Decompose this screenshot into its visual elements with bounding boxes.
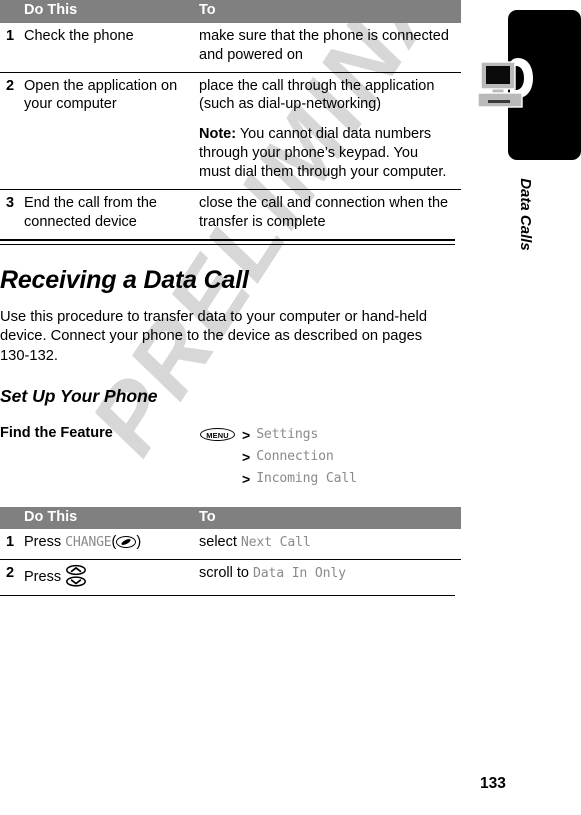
step-action: Press	[24, 559, 199, 596]
step-action: End the call from the connected device	[24, 188, 199, 239]
softkey-left-icon[interactable]	[116, 536, 137, 549]
result-verb: scroll to	[199, 565, 249, 582]
step-action: Press CHANGE()	[24, 529, 199, 559]
table-header-row: Do This To	[0, 0, 461, 23]
note-block: Note: You cannot dial data numbers throu…	[199, 125, 453, 182]
note-text: You cannot dial data numbers through you…	[199, 126, 447, 180]
computer-phone-icon	[477, 52, 544, 114]
column-header-do-this: Do This	[24, 506, 199, 530]
menu-path-row: MENU > Settings	[200, 424, 455, 446]
step-result: scroll to Data In Only	[199, 559, 461, 596]
path-separator: >	[242, 426, 251, 443]
page-number: 133	[480, 775, 506, 792]
result-value: Data In Only	[253, 566, 346, 582]
table-row: 2 Press scroll to Data In Only	[0, 559, 461, 596]
softkey-label: CHANGE	[65, 535, 112, 551]
procedure-table-top: Do This To 1 Check the phone make sure t…	[0, 0, 461, 239]
step-result: make sure that the phone is connected an…	[199, 27, 449, 63]
table-row: 2 Open the application on your computer …	[0, 71, 461, 190]
step-result: close the call and connection when the t…	[199, 188, 461, 239]
chapter-sidebar: Data Calls 133	[470, 0, 581, 815]
step-number: 1	[6, 534, 15, 551]
path-separator: >	[242, 448, 251, 465]
column-header-step	[0, 506, 24, 530]
menu-path-item-incoming-call[interactable]: Incoming Call	[256, 471, 357, 486]
table-row: 1 Press CHANGE() select Next Call	[0, 529, 461, 559]
find-the-feature: Find the Feature MENU > Settings > Conne…	[0, 424, 455, 490]
chapter-title: Data Calls	[470, 168, 581, 251]
column-header-to: To	[199, 0, 461, 23]
step-number: 1	[6, 27, 15, 44]
table-bottom-rule-second	[0, 243, 455, 245]
column-header-do-this: Do This	[24, 0, 199, 23]
manual-page: PRELIMINARY Do This To 1 Check the phone…	[0, 0, 581, 815]
section-title: Receiving a Data Call	[0, 265, 249, 294]
step-number: 2	[0, 559, 24, 596]
scroll-updown-icon[interactable]	[65, 564, 87, 588]
step-result: select Next Call	[199, 529, 461, 559]
step-result-text: place the call through the application (…	[199, 77, 435, 113]
result-value: Next Call	[240, 535, 311, 551]
step-number: 3	[0, 188, 24, 239]
section-paragraph: Use this procedure to transfer data to y…	[0, 309, 427, 364]
action-verb: Press	[24, 534, 62, 551]
action-verb: Press	[24, 569, 62, 586]
menu-path: MENU > Settings > Connection > Incoming …	[200, 424, 455, 490]
chapter-title-text: Data Calls	[516, 178, 534, 251]
menu-key-icon[interactable]: MENU	[200, 428, 235, 441]
step-number: 2	[0, 71, 24, 190]
page-content: Do This To 1 Check the phone make sure t…	[0, 0, 461, 815]
step-action: Check the phone	[24, 27, 134, 44]
menu-path-row: > Connection	[200, 446, 455, 468]
step-result: place the call through the application (…	[199, 71, 461, 190]
table-bottom-rule	[0, 238, 455, 241]
result-verb: select	[199, 534, 237, 551]
path-separator: >	[242, 470, 251, 487]
section-subtitle: Set Up Your Phone	[0, 386, 158, 407]
table-header-row: Do This To	[0, 506, 461, 530]
menu-path-row: > Incoming Call	[200, 468, 455, 490]
table-row: 3 End the call from the connected device…	[0, 188, 461, 239]
column-header-step	[0, 0, 24, 23]
note-label: Note:	[199, 126, 237, 143]
menu-path-item-settings[interactable]: Settings	[256, 427, 318, 442]
column-header-to: To	[199, 506, 461, 530]
step-action: Open the application on your computer	[24, 71, 199, 190]
table-bottom-rule	[0, 595, 455, 597]
procedure-table-bottom: Do This To 1 Press CHANGE() select Next …	[0, 506, 461, 596]
paren-close: )	[136, 534, 142, 551]
find-the-feature-label: Find the Feature	[0, 424, 113, 441]
table-row: 1 Check the phone make sure that the pho…	[0, 23, 461, 72]
menu-path-item-connection[interactable]: Connection	[256, 449, 334, 464]
